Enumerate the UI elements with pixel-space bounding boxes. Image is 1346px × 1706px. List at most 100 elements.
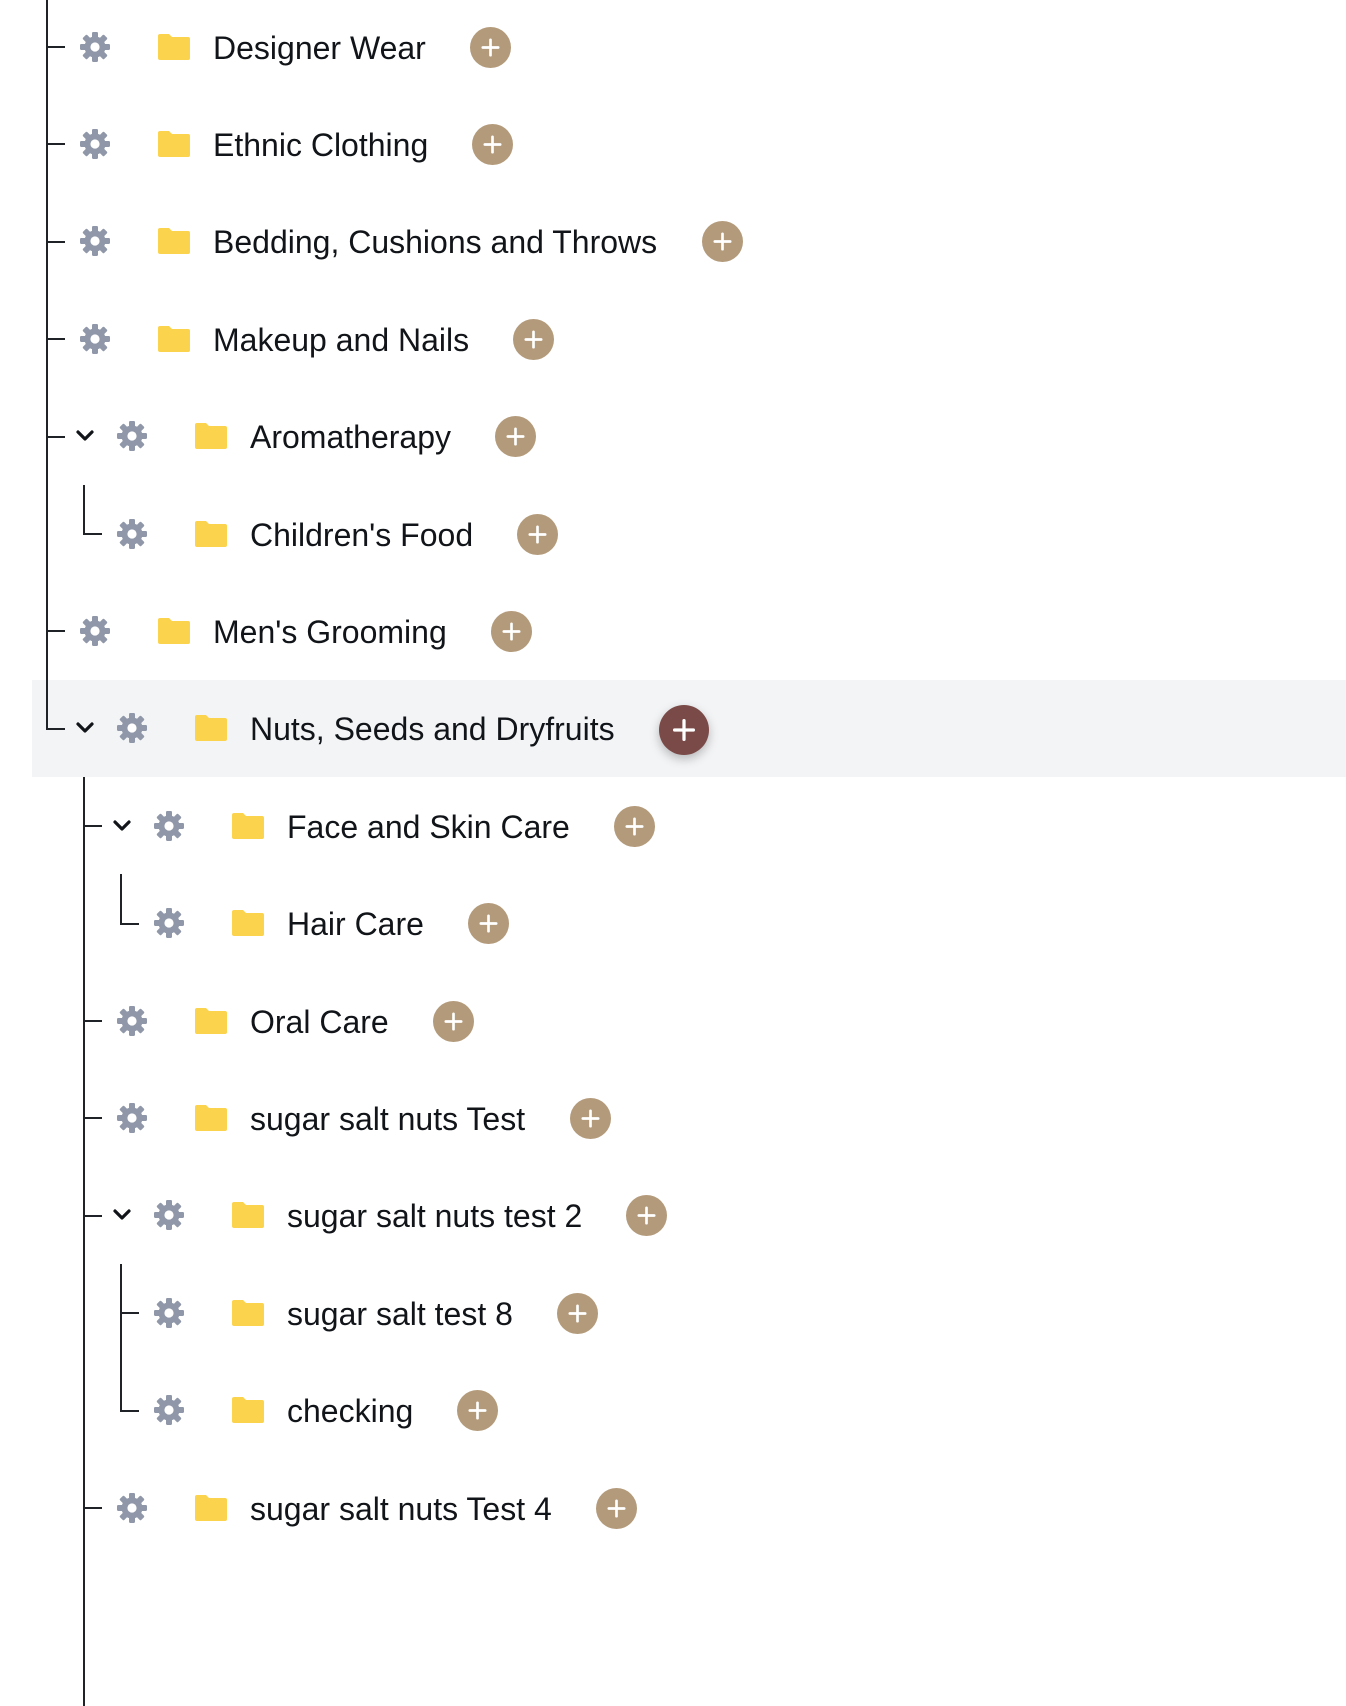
add-child-button[interactable] xyxy=(701,221,743,262)
add-child-button[interactable] xyxy=(513,319,555,360)
folder-icon xyxy=(230,1201,266,1229)
tree-item-hair-care[interactable]: Hair Care xyxy=(0,875,1346,972)
tree-item-sugar-salt-nuts-test[interactable]: sugar salt nuts Test xyxy=(0,1070,1346,1167)
folder-icon xyxy=(156,130,192,158)
add-child-button[interactable] xyxy=(596,1488,638,1529)
gear-icon[interactable] xyxy=(114,1003,150,1039)
folder-icon xyxy=(193,422,229,450)
add-child-button[interactable] xyxy=(432,1001,474,1042)
tree-connector-horizontal xyxy=(84,1020,102,1022)
gear-icon[interactable] xyxy=(114,418,150,454)
tree-connector-horizontal xyxy=(121,1409,139,1412)
tree-item-sugar-salt-test-8[interactable]: sugar salt test 8 xyxy=(0,1265,1346,1362)
tree-connector-horizontal xyxy=(47,727,65,730)
tree-item-aromatherapy[interactable]: Aromatherapy xyxy=(0,388,1346,485)
chevron-down-icon[interactable] xyxy=(72,423,98,449)
tree-item-label[interactable]: Makeup and Nails xyxy=(213,320,469,360)
tree-connector-horizontal xyxy=(121,922,139,925)
add-child-button[interactable] xyxy=(457,1390,499,1431)
category-tree: Designer Wear Ethnic Clothing Bedding, Cus… xyxy=(0,0,1346,1706)
tree-item-childrens-food[interactable]: Children's Food xyxy=(0,486,1346,583)
gear-icon[interactable] xyxy=(151,808,187,844)
tree-item-checking[interactable]: checking xyxy=(0,1362,1346,1459)
folder-icon xyxy=(193,1494,229,1522)
tree-connector-horizontal xyxy=(84,1214,102,1217)
add-child-button[interactable] xyxy=(472,124,514,165)
tree-connector-horizontal xyxy=(84,1117,102,1120)
tree-item-label[interactable]: Bedding, Cushions and Throws xyxy=(213,222,657,262)
tree-item-face-skin[interactable]: Face and Skin Care xyxy=(0,778,1346,875)
tree-connector-horizontal xyxy=(84,1507,102,1509)
folder-icon xyxy=(156,227,192,255)
tree-connector-horizontal xyxy=(47,46,65,48)
tree-connector-horizontal xyxy=(47,630,65,633)
chevron-down-icon[interactable] xyxy=(109,813,135,839)
folder-icon xyxy=(193,1104,229,1132)
gear-icon[interactable] xyxy=(77,29,113,65)
gear-icon[interactable] xyxy=(77,126,113,162)
folder-icon xyxy=(193,1007,229,1035)
tree-connector-horizontal xyxy=(47,338,65,341)
add-child-button[interactable] xyxy=(469,27,511,68)
gear-icon[interactable] xyxy=(77,321,113,357)
add-child-button[interactable] xyxy=(494,416,536,457)
gear-icon[interactable] xyxy=(151,1392,187,1428)
tree-item-label[interactable]: Aromatherapy xyxy=(250,417,451,457)
add-child-button[interactable] xyxy=(467,903,509,944)
tree-item-label[interactable]: Men's Grooming xyxy=(213,612,447,652)
gear-icon[interactable] xyxy=(151,905,187,941)
tree-item-label[interactable]: Ethnic Clothing xyxy=(213,125,428,165)
gear-icon[interactable] xyxy=(114,1490,150,1526)
tree-item-label[interactable]: sugar salt nuts test 2 xyxy=(287,1196,582,1236)
tree-item-sugar-salt-nuts-test-4[interactable]: sugar salt nuts Test 4 xyxy=(0,1460,1346,1557)
add-child-button[interactable] xyxy=(626,1195,668,1236)
tree-connector-horizontal xyxy=(47,435,65,438)
folder-icon xyxy=(230,812,266,840)
tree-item-nuts-seeds[interactable]: Nuts, Seeds and Dryfruits xyxy=(32,680,1346,777)
tree-item-label[interactable]: sugar salt nuts Test xyxy=(250,1099,525,1139)
folder-icon xyxy=(230,1299,266,1327)
tree-item-ethnic-clothing[interactable]: Ethnic Clothing xyxy=(0,96,1346,193)
tree-item-mens-grooming[interactable]: Men's Grooming xyxy=(0,583,1346,680)
folder-icon xyxy=(156,617,192,645)
tree-item-label[interactable]: checking xyxy=(287,1391,413,1431)
folder-icon xyxy=(156,33,192,61)
folder-icon xyxy=(230,909,266,937)
add-child-button[interactable] xyxy=(658,705,709,755)
add-child-button[interactable] xyxy=(517,514,559,555)
tree-item-oral-care[interactable]: Oral Care xyxy=(0,973,1346,1070)
chevron-down-icon[interactable] xyxy=(72,715,98,741)
chevron-down-icon[interactable] xyxy=(109,1202,135,1228)
add-child-button[interactable] xyxy=(613,806,655,847)
tree-item-sugar-salt-nuts-test-2[interactable]: sugar salt nuts test 2 xyxy=(0,1167,1346,1264)
tree-item-label[interactable]: Face and Skin Care xyxy=(287,807,570,847)
tree-item-designer-wear[interactable]: Designer Wear xyxy=(0,0,1346,96)
tree-item-label[interactable]: Oral Care xyxy=(250,1002,389,1042)
tree-item-label[interactable]: sugar salt nuts Test 4 xyxy=(250,1489,552,1529)
tree-item-label[interactable]: sugar salt test 8 xyxy=(287,1294,513,1334)
gear-icon[interactable] xyxy=(77,223,113,259)
gear-icon[interactable] xyxy=(77,613,113,649)
add-child-button[interactable] xyxy=(569,1098,611,1139)
gear-icon[interactable] xyxy=(114,710,150,746)
gear-icon[interactable] xyxy=(114,516,150,552)
gear-icon[interactable] xyxy=(151,1197,187,1233)
folder-icon xyxy=(193,714,229,742)
tree-connector-vertical xyxy=(83,485,85,535)
tree-item-label[interactable]: Designer Wear xyxy=(213,28,426,68)
add-child-button[interactable] xyxy=(490,611,532,652)
tree-item-makeup-nails[interactable]: Makeup and Nails xyxy=(0,291,1346,388)
tree-connector-horizontal xyxy=(47,240,65,243)
gear-icon[interactable] xyxy=(151,1295,187,1331)
tree-connector-horizontal xyxy=(121,1312,139,1315)
tree-connector-vertical xyxy=(120,1264,122,1412)
tree-connector-vertical xyxy=(46,0,48,730)
tree-item-label[interactable]: Children's Food xyxy=(250,515,473,555)
tree-connector-horizontal xyxy=(84,825,102,828)
tree-item-bedding[interactable]: Bedding, Cushions and Throws xyxy=(0,193,1346,290)
gear-icon[interactable] xyxy=(114,1100,150,1136)
tree-item-label[interactable]: Nuts, Seeds and Dryfruits xyxy=(250,709,615,749)
folder-icon xyxy=(193,520,229,548)
tree-item-label[interactable]: Hair Care xyxy=(287,904,424,944)
add-child-button[interactable] xyxy=(556,1293,598,1334)
